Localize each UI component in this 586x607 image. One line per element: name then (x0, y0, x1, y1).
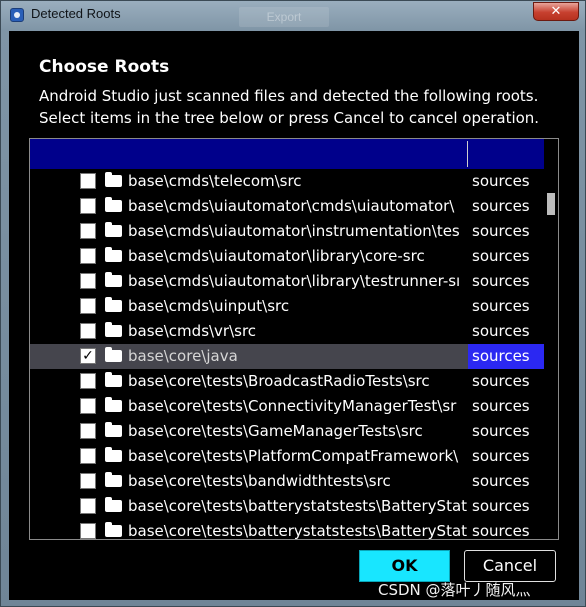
root-path: base\core\tests\GameManagerTests\src (128, 422, 423, 440)
root-path: base\core\tests\ConnectivityManagerTest\… (128, 397, 457, 415)
tree-row[interactable]: base\core\tests\GameManagerTests\src sour… (30, 419, 544, 444)
root-type: sources (472, 522, 530, 540)
roots-tree[interactable]: base\cmds\telecom\src sources base\cmds\ui… (29, 138, 559, 540)
tree-row[interactable]: base\cmds\uiautomator\library\core-src so… (30, 244, 544, 269)
android-studio-icon (10, 8, 24, 22)
root-checkbox[interactable] (80, 473, 96, 489)
description-line-1: Android Studio just scanned files and de… (39, 87, 539, 105)
root-path: base\cmds\telecom\src (128, 172, 302, 190)
root-path: base\cmds\uiautomator\instrumentation\te… (128, 222, 460, 240)
tree-row[interactable]: base\cmds\uinput\src sources (30, 294, 544, 319)
ok-button[interactable]: OK (359, 550, 450, 582)
root-checkbox[interactable]: ✓ (80, 348, 96, 364)
description-line-2: Select items in the tree below or press … (39, 109, 540, 127)
folder-icon (105, 347, 122, 362)
root-path: base\core\tests\batterystatstests\Batter… (128, 522, 468, 540)
root-type: sources (472, 172, 530, 190)
root-type: sources (472, 322, 530, 340)
root-checkbox[interactable] (80, 423, 96, 439)
root-path: base\core\tests\batterystatstests\Batter… (128, 497, 468, 515)
root-type: sources (472, 397, 530, 415)
folder-icon (105, 272, 122, 287)
folder-icon (105, 247, 122, 262)
csdn-watermark: CSDN @落叶丿随风灬 (378, 581, 531, 599)
root-type: sources (472, 272, 530, 290)
tree-row[interactable]: base\core\tests\batterystatstests\Batter… (30, 494, 544, 519)
detected-roots-window: Detected Roots Export ✕ Choose Roots And… (0, 0, 586, 607)
root-checkbox[interactable] (80, 323, 96, 339)
root-type: sources (472, 422, 530, 440)
dialog-content: Choose Roots Android Studio just scanned… (9, 31, 579, 600)
root-checkbox[interactable] (80, 223, 96, 239)
root-path: base\cmds\uinput\src (128, 297, 290, 315)
root-checkbox[interactable] (80, 448, 96, 464)
root-type: sources (472, 297, 530, 315)
folder-icon (105, 197, 122, 212)
tree-row[interactable]: base\core\tests\batterystatstests\Batter… (30, 519, 544, 540)
folder-icon (105, 497, 122, 512)
root-type: sources (472, 247, 530, 265)
folder-icon (105, 472, 122, 487)
root-path: base\cmds\uiautomator\library\core-src (128, 247, 425, 265)
root-type: sources (472, 197, 530, 215)
folder-icon (105, 447, 122, 462)
folder-icon (105, 322, 122, 337)
tree-header (30, 139, 544, 169)
folder-icon (105, 522, 122, 537)
folder-icon (105, 372, 122, 387)
tree-row[interactable]: base\core\tests\BroadcastRadioTests\src s… (30, 369, 544, 394)
root-checkbox[interactable] (80, 298, 96, 314)
folder-icon (105, 172, 122, 187)
root-checkbox[interactable] (80, 248, 96, 264)
title-bar: Detected Roots Export ✕ (1, 1, 586, 31)
root-path: base\cmds\uiautomator\library\testrunner… (128, 272, 461, 290)
folder-icon (105, 297, 122, 312)
scrollbar-thumb[interactable] (547, 193, 555, 215)
root-type: sources (468, 344, 544, 369)
tree-row[interactable]: base\cmds\uiautomator\cmds\uiautomator\ s… (30, 194, 544, 219)
root-path: base\cmds\vr\src (128, 322, 257, 340)
tree-row[interactable]: base\core\tests\PlatformCompatFramework\… (30, 444, 544, 469)
vertical-scrollbar[interactable] (544, 169, 558, 539)
root-checkbox[interactable] (80, 273, 96, 289)
tree-row[interactable]: base\cmds\vr\src sources (30, 319, 544, 344)
root-path: base\core\tests\bandwidthtests\src (128, 472, 391, 490)
column-separator[interactable] (467, 141, 468, 167)
root-type: sources (472, 472, 530, 490)
root-type: sources (472, 222, 530, 240)
tree-row[interactable]: base\cmds\uiautomator\instrumentation\te… (30, 219, 544, 244)
tree-row[interactable]: ✓ base\core\java sources (30, 344, 544, 369)
tree-row[interactable]: base\cmds\telecom\src sources (30, 169, 544, 194)
root-path: base\cmds\uiautomator\cmds\uiautomator\ (128, 197, 455, 215)
dialog-heading: Choose Roots (39, 57, 170, 77)
root-type: sources (472, 447, 530, 465)
background-window-tab: Export (239, 7, 329, 27)
root-path: base\core\tests\PlatformCompatFramework\ (128, 447, 459, 465)
root-checkbox[interactable] (80, 398, 96, 414)
folder-icon (105, 222, 122, 237)
cancel-button[interactable]: Cancel (464, 550, 556, 582)
close-button[interactable]: ✕ (533, 2, 579, 21)
folder-icon (105, 397, 122, 412)
root-type: sources (472, 372, 530, 390)
tree-row[interactable]: base\cmds\uiautomator\library\testrunner… (30, 269, 544, 294)
root-type: sources (472, 497, 530, 515)
tree-row[interactable]: base\core\tests\bandwidthtests\src source… (30, 469, 544, 494)
root-checkbox[interactable] (80, 198, 96, 214)
tree-row[interactable]: base\core\tests\ConnectivityManagerTest\… (30, 394, 544, 419)
root-checkbox[interactable] (80, 173, 96, 189)
root-path: base\core\tests\BroadcastRadioTests\src (128, 372, 430, 390)
window-title: Detected Roots (31, 6, 121, 21)
root-checkbox[interactable] (80, 373, 96, 389)
dialog-description: Android Studio just scanned files and de… (39, 85, 539, 129)
root-checkbox[interactable] (80, 498, 96, 514)
folder-icon (105, 422, 122, 437)
root-path: base\core\java (128, 347, 238, 365)
root-checkbox[interactable] (80, 523, 96, 539)
